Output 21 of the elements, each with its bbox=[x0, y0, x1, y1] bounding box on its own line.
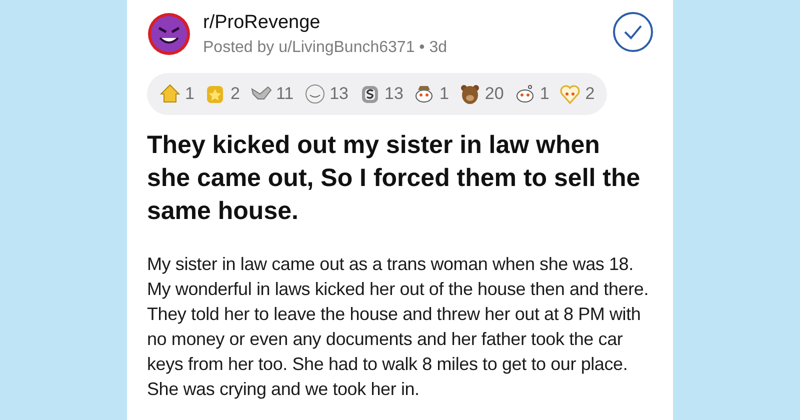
devil-face-icon[interactable] bbox=[147, 12, 191, 56]
bear-icon bbox=[458, 82, 481, 105]
post-title: They kicked out my sister in law when she came out, So I forced them to sell the same house. bbox=[147, 130, 642, 226]
face-icon bbox=[304, 82, 326, 105]
heart-icon bbox=[559, 82, 582, 105]
house-icon bbox=[159, 82, 181, 105]
post-meta: Posted by u/LivingBunch6371 • 3d bbox=[203, 38, 448, 58]
award-count: 1 bbox=[439, 83, 449, 105]
award-count: 11 bbox=[276, 83, 294, 105]
subreddit-name[interactable]: r/ProRevenge bbox=[203, 12, 605, 34]
award-count: 1 bbox=[540, 83, 550, 105]
check-icon bbox=[623, 24, 643, 40]
award-count: 1 bbox=[185, 83, 194, 105]
post-body: My sister in law came out as a trans woman when she was 18. My wonderful in laws kicked her out of the house then and there. They told her to leave the house and threw her out at 8 PM with no money or even any documents and her father took the car keys from her too. She had to walk 8 miles to get to our place. She was crying and we took her in. bbox=[147, 252, 650, 401]
award-count: 2 bbox=[585, 83, 595, 105]
joined-button[interactable] bbox=[613, 12, 653, 52]
award-count: 13 bbox=[330, 83, 349, 105]
mascot-icon bbox=[514, 82, 536, 105]
award-count: 20 bbox=[484, 83, 504, 105]
award-count: 2 bbox=[230, 83, 240, 105]
award-count: 13 bbox=[384, 83, 404, 105]
